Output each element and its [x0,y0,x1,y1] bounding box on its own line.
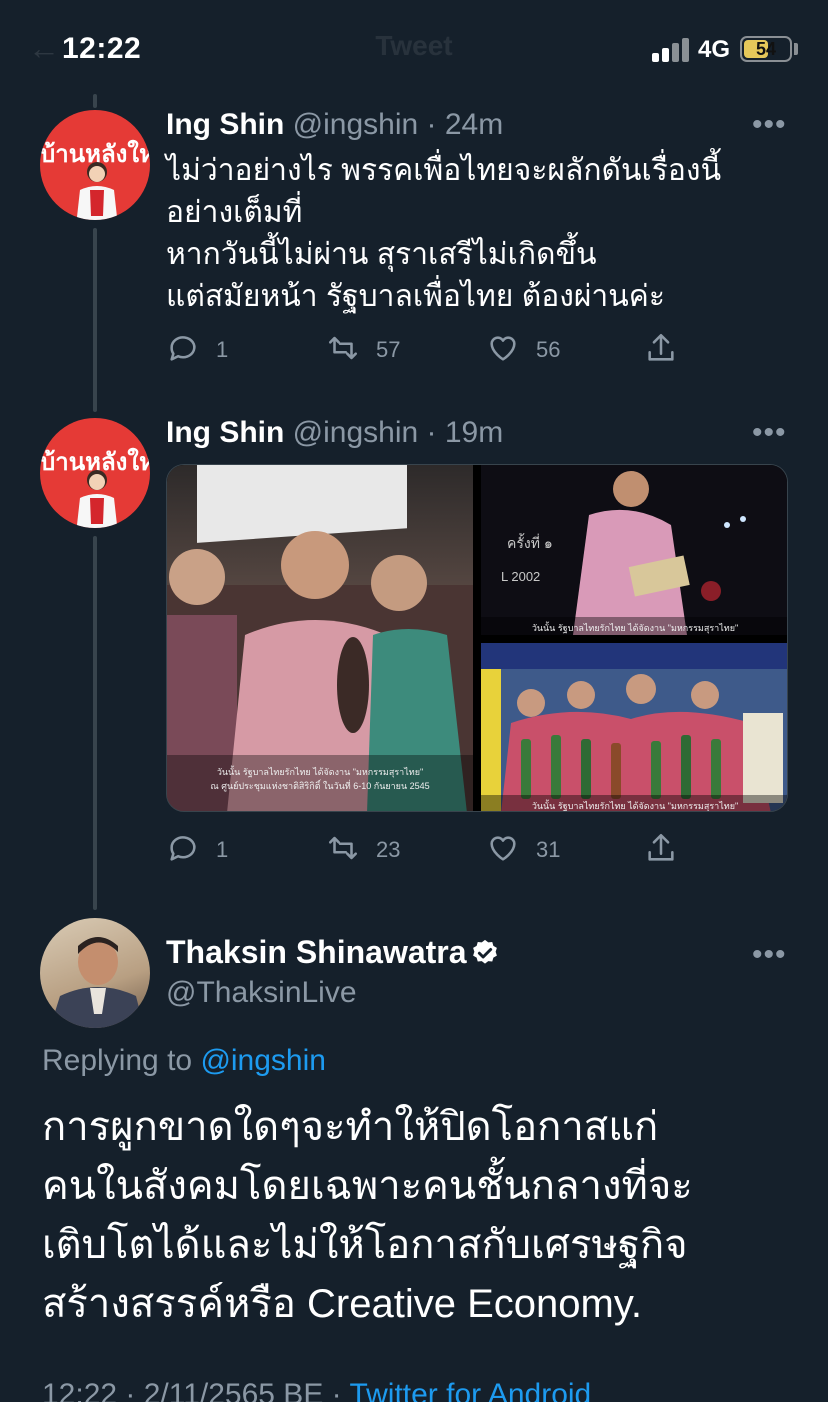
media-photo[interactable]: วันนั้น รัฐบาลไทยรักไทย ได้จัดงาน "มหกรร… [167,465,473,811]
tweet-time: · 19m [426,416,504,449]
like-count: 56 [536,337,561,362]
photo-illustration [167,465,473,811]
sign-text: ครั้งที่ ๑ [507,535,553,551]
sign-year: L 2002 [501,569,541,584]
reply-button[interactable]: 1 [166,328,228,368]
verified-badge-icon [473,939,497,964]
tweet-text-line: ไม่ว่าอย่างไร พรรคเพื่อไทยจะผลักดันเรื่อ… [166,154,722,187]
retweet-count: 23 [376,837,401,862]
replying-prefix: Replying to [42,1044,201,1077]
reply-button[interactable]: 1 [166,828,228,868]
media-caption: วันนั้น รัฐบาลไทยรักไทย ได้จัดงาน "มหกรร… [531,623,739,633]
share-icon [648,833,674,861]
tweet-actions: 1 23 31 [166,828,706,868]
media-photo[interactable]: วันนั้น รัฐบาลไทยรักไทย ได้จัดงาน "มหกรร… [481,643,787,811]
replying-to: Replying to @ingshin [42,1044,326,1078]
author-name[interactable]: Thaksin Shinawatra [166,934,467,971]
author-name[interactable]: Ing Shin [166,416,284,449]
avatar[interactable]: บ้านหลังใหม่ [40,418,150,528]
person-figure [76,162,118,220]
thread-line [93,536,97,910]
media-caption: วันนั้น รัฐบาลไทยรักไทย ได้จัดงาน "มหกรร… [216,767,424,777]
retweet-icon [328,336,358,360]
tweet-text-line: หากวันนี้ไม่ผ่าน สุราเสรีไม่เกิดขึ้น [166,238,597,271]
tweet-header: Ing Shin @ingshin · 19m [166,416,503,450]
retweet-button[interactable]: 23 [326,828,400,868]
tweet-footer: 12:22 · 2/11/2565 BE · Twitter for Andro… [42,1378,591,1402]
heart-icon [490,836,516,861]
reply-icon [170,836,196,861]
heart-icon [490,336,516,361]
author-handle[interactable]: @ingshin [293,416,419,449]
tweet-text-line: แต่สมัยหน้า รัฐบาลเพื่อไทย ต้องผ่านค่ะ [166,280,665,313]
tweet-timestamp: 12:22 · 2/11/2565 BE · [42,1378,350,1402]
media-photo[interactable]: ครั้งที่ ๑ L 2002 วันนั้น รัฐบาลไทยรักไท… [481,465,787,635]
status-bar: ← Tweet 12:22 4G 54 [0,0,828,100]
share-button[interactable] [644,828,694,868]
network-type: 4G [698,36,731,63]
tweet-text-line: คนในสังคมโดยเฉพาะคนชั้นกลางที่จะ [42,1164,693,1208]
media-caption: วันนั้น รัฐบาลไทยรักไทย ได้จัดงาน "มหกรร… [531,801,739,811]
author-handle[interactable]: @ThaksinLive [166,976,357,1010]
media-caption: ณ ศูนย์ประชุมแห่งชาติสิริกิติ์ ในวันที่ … [210,781,430,791]
photo-illustration [481,643,787,811]
more-icon[interactable]: ••• [752,108,787,142]
thread-line [93,94,97,108]
tweet-text-line: อย่างเต็มที่ [166,196,303,229]
reply-count: 1 [216,837,229,862]
author-name[interactable]: Ing Shin [166,108,284,141]
author-handle[interactable]: @ingshin [293,108,419,141]
tweet-text: ไม่ว่าอย่างไร พรรคเพื่อไทยจะผลักดันเรื่อ… [166,150,786,318]
like-button[interactable]: 31 [486,828,560,868]
reply-icon [170,336,196,361]
person-figure [50,937,144,1028]
tweet-actions: 1 57 56 [166,328,706,368]
tweet-text: การผูกขาดใดๆจะทำให้ปิดโอกาสแก่ คนในสังคม… [42,1098,802,1334]
tweet-time: · 24m [426,108,504,141]
person-figure [76,470,118,528]
battery-percent: 54 [755,39,777,59]
battery-icon: 54 [740,36,792,62]
like-count: 31 [536,837,561,862]
more-icon[interactable]: ••• [752,938,787,972]
tweet-text-line: การผูกขาดใดๆจะทำให้ปิดโอกาสแก่ [42,1105,659,1149]
thread-line [93,228,97,412]
share-icon [648,333,674,361]
retweet-button[interactable]: 57 [326,328,400,368]
battery-tip [794,43,798,55]
media-grid: วันนั้น รัฐบาลไทยรักไทย ได้จัดงาน "มหกรร… [166,464,788,812]
share-button[interactable] [644,328,694,368]
tweet-text-line: เติบโตได้และไม่ให้โอกาสกับเศรษฐกิจ [42,1223,688,1267]
tweet-text-line: สร้างสรรค์หรือ Creative Economy. [42,1282,642,1326]
signal-icon [652,38,690,62]
retweet-count: 57 [376,337,401,362]
like-button[interactable]: 56 [486,328,560,368]
reply-count: 1 [216,337,229,362]
tweet-header: Ing Shin @ingshin · 24m [166,108,503,142]
retweet-icon [328,836,358,860]
avatar[interactable] [40,918,150,1028]
more-icon[interactable]: ••• [752,416,787,450]
status-time: 12:22 [62,32,142,65]
avatar[interactable]: บ้านหลังใหม่ [40,110,150,220]
source-link[interactable]: Twitter for Android [349,1378,591,1402]
replying-to-link[interactable]: @ingshin [200,1044,326,1077]
